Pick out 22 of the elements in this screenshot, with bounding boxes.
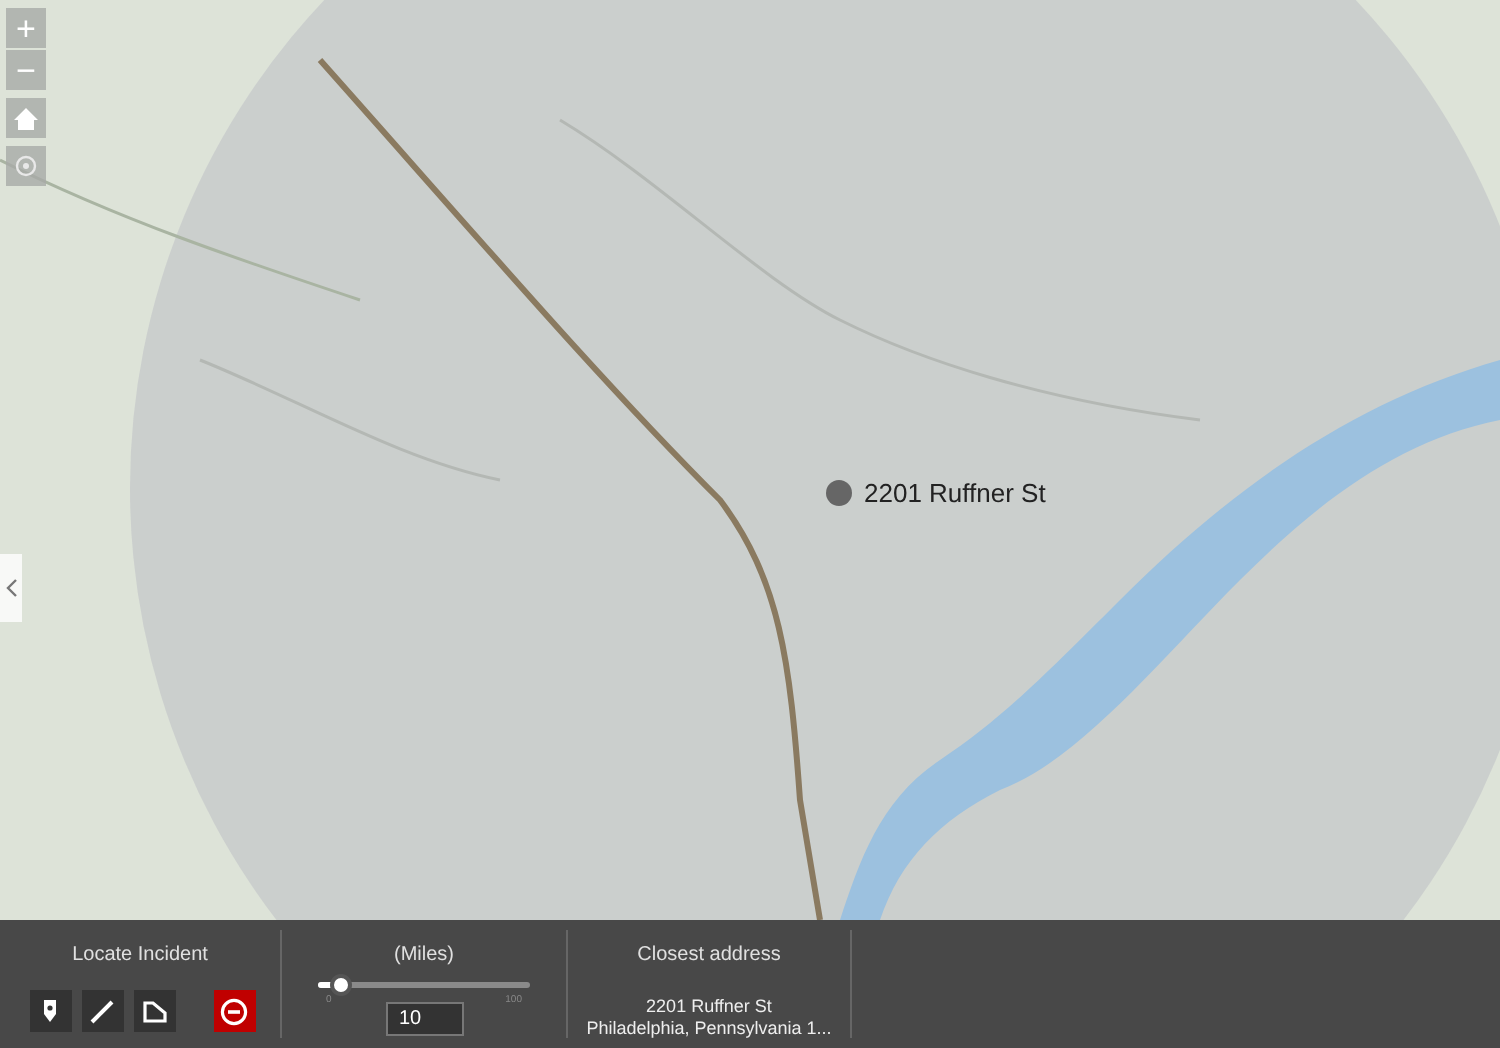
panel-toggle-button[interactable]: [0, 554, 22, 622]
distance-input[interactable]: 10: [385, 1001, 463, 1035]
clear-button[interactable]: [213, 990, 255, 1032]
zoom-in-button[interactable]: +: [6, 8, 46, 48]
draw-tool-button[interactable]: [81, 990, 123, 1032]
section-title: Locate Incident: [72, 942, 208, 970]
section-title: Closest address: [637, 942, 781, 970]
polygon-icon: [141, 999, 167, 1023]
map-pin-icon: [40, 998, 60, 1024]
address-line: 2201 Ruffner St: [646, 996, 772, 1018]
line-icon: [90, 999, 114, 1023]
clear-icon: [220, 997, 248, 1025]
zoom-out-button[interactable]: −: [6, 50, 46, 90]
marker-label: 2201 Ruffner St: [864, 476, 1046, 512]
target-icon: [14, 154, 38, 178]
home-icon: [14, 107, 38, 129]
section-title: (Miles): [394, 942, 454, 970]
slider-thumb[interactable]: [329, 974, 352, 996]
chevron-left-icon: [5, 578, 17, 598]
draw-tool-button[interactable]: [133, 990, 175, 1032]
address-line: Philadelphia, Pennsylvania 1...: [586, 1018, 832, 1040]
draw-tool-button[interactable]: [29, 990, 71, 1032]
